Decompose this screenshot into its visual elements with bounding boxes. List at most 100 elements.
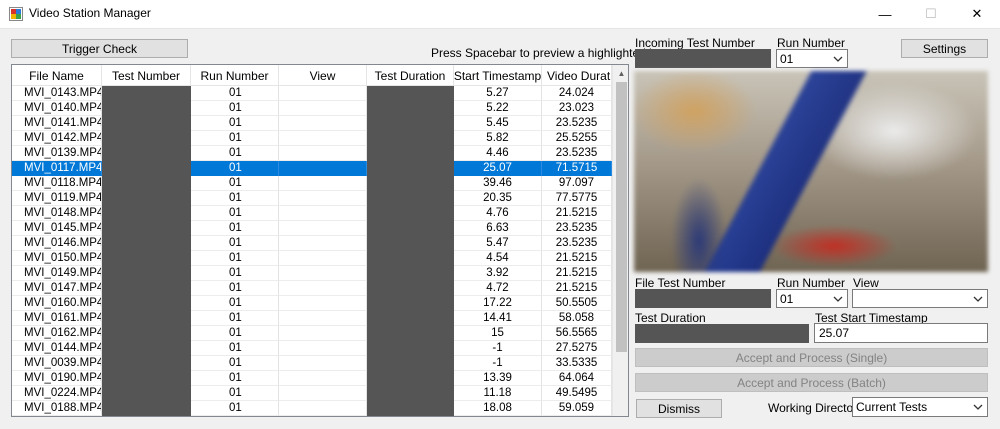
cell-test-number — [102, 401, 191, 416]
column-header-video-duration[interactable]: Video Durat... — [542, 65, 612, 86]
table-row[interactable]: MVI_0143.MP4 01 5.27 24.024 — [12, 86, 612, 101]
file-run-number-select[interactable]: 01 — [776, 289, 848, 308]
table-row[interactable]: MVI_0224.MP4 01 11.18 49.5495 — [12, 386, 612, 401]
table-row[interactable]: MVI_0146.MP4 01 5.47 23.5235 — [12, 236, 612, 251]
test-duration-field[interactable] — [635, 324, 809, 343]
working-directory-label: Working Directory — [768, 401, 864, 415]
maximize-icon: ☐ — [925, 6, 937, 21]
table-body: MVI_0143.MP4 01 5.27 24.024 MVI_0140.MP4 01 5.… — [12, 86, 612, 416]
cell-test-number — [102, 86, 191, 101]
table-row[interactable]: MVI_0117.MP4 01 25.07 71.5715 — [12, 161, 612, 176]
column-header-test-duration[interactable]: Test Duration — [367, 65, 454, 86]
working-directory-select[interactable]: Current Tests — [852, 397, 988, 417]
cell-start-timestamp: 13.39 — [454, 371, 542, 386]
cell-test-duration — [367, 191, 454, 206]
cell-file-name: MVI_0117.MP4 — [12, 161, 102, 176]
cell-test-number — [102, 161, 191, 176]
cell-test-duration — [367, 146, 454, 161]
cell-test-duration — [367, 356, 454, 371]
cell-video-duration: 27.5275 — [542, 341, 612, 356]
cell-run-number: 01 — [191, 281, 279, 296]
table-row[interactable]: MVI_0161.MP4 01 14.41 58.058 — [12, 311, 612, 326]
column-header-start-timestamp[interactable]: Start Timestamp — [454, 65, 542, 86]
table-row[interactable]: MVI_0119.MP4 01 20.35 77.5775 — [12, 191, 612, 206]
table-header: File Name Test Number Run Number View Te… — [12, 65, 612, 86]
file-test-number-field[interactable] — [635, 289, 771, 308]
table-row[interactable]: MVI_0190.MP4 01 13.39 64.064 — [12, 371, 612, 386]
column-header-file-name[interactable]: File Name — [12, 65, 102, 86]
test-start-timestamp-input[interactable]: 25.07 — [814, 323, 988, 343]
minimize-button[interactable]: — — [862, 0, 908, 28]
cell-run-number: 01 — [191, 296, 279, 311]
title-bar[interactable]: Video Station Manager — ☐ ✕ — [0, 0, 1000, 28]
table-row[interactable]: MVI_0147.MP4 01 4.72 21.5215 — [12, 281, 612, 296]
cell-test-duration — [367, 296, 454, 311]
cell-test-number — [102, 296, 191, 311]
settings-button[interactable]: Settings — [901, 39, 988, 58]
column-header-view[interactable]: View — [279, 65, 367, 86]
trigger-check-button[interactable]: Trigger Check — [11, 39, 188, 58]
table-row[interactable]: MVI_0160.MP4 01 17.22 50.5505 — [12, 296, 612, 311]
table-vertical-scrollbar[interactable]: ▲ — [612, 65, 628, 416]
cell-view — [279, 401, 367, 416]
cell-run-number: 01 — [191, 356, 279, 371]
accept-process-batch-button[interactable]: Accept and Process (Batch) — [635, 373, 988, 392]
cell-test-duration — [367, 401, 454, 416]
table-row[interactable]: MVI_0149.MP4 01 3.92 21.5215 — [12, 266, 612, 281]
table-row[interactable]: MVI_0162.MP4 01 15 56.5565 — [12, 326, 612, 341]
video-preview-image — [634, 71, 988, 272]
run-number-select[interactable]: 01 — [776, 49, 848, 68]
cell-video-duration: 77.5775 — [542, 191, 612, 206]
table-row[interactable]: MVI_0145.MP4 01 6.63 23.5235 — [12, 221, 612, 236]
view-select[interactable] — [852, 289, 988, 308]
chevron-down-icon — [973, 296, 983, 302]
table-row[interactable]: MVI_0039.MP4 01 -1 33.5335 — [12, 356, 612, 371]
dismiss-button[interactable]: Dismiss — [636, 399, 722, 418]
table-row[interactable]: MVI_0144.MP4 01 -1 27.5275 — [12, 341, 612, 356]
cell-test-number — [102, 116, 191, 131]
cell-view — [279, 311, 367, 326]
table-row[interactable]: MVI_0118.MP4 01 39.46 97.097 — [12, 176, 612, 191]
cell-video-duration: 56.5565 — [542, 326, 612, 341]
table-row[interactable]: MVI_0188.MP4 01 18.08 59.059 — [12, 401, 612, 416]
table-row[interactable]: MVI_0139.MP4 01 4.46 23.5235 — [12, 146, 612, 161]
cell-test-duration — [367, 311, 454, 326]
scroll-up-arrow-icon[interactable]: ▲ — [613, 65, 628, 82]
close-icon: ✕ — [971, 6, 983, 21]
cell-test-number — [102, 281, 191, 296]
maximize-button[interactable]: ☐ — [908, 0, 954, 28]
cell-start-timestamp: 14.41 — [454, 311, 542, 326]
scrollbar-thumb[interactable] — [616, 82, 627, 352]
table-row[interactable]: MVI_0140.MP4 01 5.22 23.023 — [12, 101, 612, 116]
cell-test-number — [102, 131, 191, 146]
cell-start-timestamp: 39.46 — [454, 176, 542, 191]
close-button[interactable]: ✕ — [954, 0, 1000, 28]
working-directory-value: Current Tests — [856, 400, 928, 414]
table-row[interactable]: MVI_0142.MP4 01 5.82 25.5255 — [12, 131, 612, 146]
table-row[interactable]: MVI_0150.MP4 01 4.54 21.5215 — [12, 251, 612, 266]
cell-file-name: MVI_0224.MP4 — [12, 386, 102, 401]
column-header-run-number[interactable]: Run Number — [191, 65, 279, 86]
cell-view — [279, 221, 367, 236]
cell-video-duration: 71.5715 — [542, 161, 612, 176]
cell-run-number: 01 — [191, 101, 279, 116]
cell-test-duration — [367, 341, 454, 356]
cell-run-number: 01 — [191, 251, 279, 266]
cell-file-name: MVI_0139.MP4 — [12, 146, 102, 161]
cell-view — [279, 281, 367, 296]
incoming-test-number-field[interactable] — [635, 49, 771, 68]
cell-test-duration — [367, 386, 454, 401]
video-table[interactable]: File Name Test Number Run Number View Te… — [11, 64, 629, 417]
table-row[interactable]: MVI_0148.MP4 01 4.76 21.5215 — [12, 206, 612, 221]
cell-test-duration — [367, 221, 454, 236]
cell-view — [279, 386, 367, 401]
column-header-test-number[interactable]: Test Number — [102, 65, 191, 86]
app-icon — [9, 7, 23, 21]
cell-video-duration: 33.5335 — [542, 356, 612, 371]
accept-process-single-button[interactable]: Accept and Process (Single) — [635, 348, 988, 367]
cell-file-name: MVI_0161.MP4 — [12, 311, 102, 326]
cell-test-duration — [367, 86, 454, 101]
table-row[interactable]: MVI_0141.MP4 01 5.45 23.5235 — [12, 116, 612, 131]
cell-video-duration: 23.5235 — [542, 116, 612, 131]
cell-run-number: 01 — [191, 86, 279, 101]
